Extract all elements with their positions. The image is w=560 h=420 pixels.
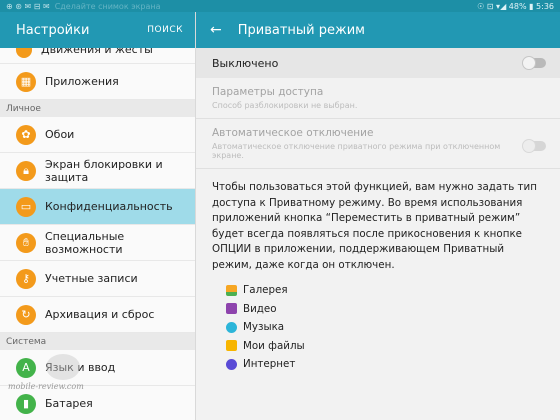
motions-icon [16, 48, 32, 58]
status-notification-icons: ⊕ ⊛ ✉ ⊟ ✉ Сделайте снимок экрана [6, 2, 161, 11]
backup-icon: ↻ [16, 304, 36, 325]
settings-title: Настройки [16, 22, 90, 38]
list-item: Интернет [226, 355, 560, 374]
settings-item-label: Приложения [45, 75, 119, 88]
language-icon: A [16, 357, 36, 378]
settings-item-accessibility[interactable]: ✋︎ Специальные возможности [0, 225, 195, 261]
app-label: Видео [243, 302, 277, 315]
gallery-icon [226, 284, 237, 296]
internet-icon [226, 358, 237, 370]
pref-title: Параметры доступа [212, 86, 324, 98]
list-item: Галерея [226, 281, 560, 300]
settings-item-language[interactable]: A Язык и ввод [0, 350, 195, 386]
supported-apps-list: Галерея Видео Музыка Мои файлы Интернет [196, 273, 560, 374]
settings-item-battery[interactable]: ▮ Батарея [0, 386, 195, 420]
pref-summary: Способ разблокировки не выбран. [212, 101, 358, 110]
settings-item-backup[interactable]: ↻ Архивация и сброс [0, 297, 195, 333]
wallpaper-icon: ✿ [16, 124, 36, 145]
toggle-knob [522, 56, 536, 70]
pref-access-type: Параметры доступа Способ разблокировки н… [196, 78, 560, 119]
settings-item-motions[interactable]: Движения и жесты [0, 48, 195, 64]
battery-icon: ▮ [16, 393, 36, 414]
page-title: Приватный режим [237, 22, 365, 38]
folder-icon [226, 340, 237, 352]
screenshot-hint: Сделайте снимок экрана [54, 1, 161, 11]
music-icon [226, 321, 237, 333]
video-icon [226, 303, 237, 315]
description-text: Чтобы пользоваться этой функцией, вам ну… [212, 181, 537, 271]
settings-item-label: Специальные возможности [45, 229, 125, 256]
pref-title: Автоматическое отключение [212, 127, 374, 139]
settings-item-label: Экран блокировки и защита [45, 157, 163, 184]
settings-item-label: Конфиденциальность [45, 200, 173, 213]
privacy-icon: ▭ [16, 196, 36, 217]
notification-icons: ⊕ ⊛ ✉ ⊟ ✉ [6, 1, 50, 11]
settings-header: Настройки ПОИСК [0, 12, 195, 48]
settings-item-apps[interactable]: ▦ Приложения [0, 64, 195, 100]
apps-icon: ▦ [16, 71, 36, 92]
auto-off-toggle [522, 138, 546, 153]
master-toggle[interactable] [522, 56, 546, 70]
list-item: Музыка [226, 318, 560, 337]
system-status: ☉ ⊡ ▾◢ 48% ▮ 5:36 [477, 1, 554, 11]
settings-item-lockscreen[interactable]: 🔒︎ Экран блокировки и защита [0, 153, 195, 189]
list-item: Мои файлы [226, 337, 560, 356]
section-header-personal: Личное [0, 100, 195, 117]
back-arrow-icon[interactable]: ← [210, 22, 222, 38]
pref-auto-off: Автоматическое отключение Автоматическое… [196, 119, 560, 169]
lock-icon: 🔒︎ [16, 160, 36, 181]
status-system-icons: ☉ ⊡ ▾◢ 48% ▮ 5:36 [477, 2, 554, 11]
settings-item-label: Обои [45, 128, 75, 141]
settings-item-label: Язык и ввод [45, 361, 116, 374]
private-mode-pane: ← Приватный режим Выключено Параметры до… [196, 12, 560, 420]
pref-summary: Автоматическое отключение приватного реж… [212, 142, 501, 160]
master-switch-label: Выключено [212, 56, 279, 70]
settings-item-label: Учетные записи [45, 272, 138, 285]
settings-item-accounts[interactable]: ⚷ Учетные записи [0, 261, 195, 297]
app-label: Мои файлы [243, 339, 305, 352]
settings-list-pane: Настройки ПОИСК Движения и жесты ▦ Прило… [0, 12, 196, 420]
app-label: Интернет [243, 358, 296, 371]
section-header-system: Система [0, 333, 195, 350]
private-mode-header: ← Приватный режим [196, 12, 560, 48]
master-switch-row[interactable]: Выключено [196, 48, 560, 78]
settings-item-label: Движения и жесты [41, 48, 153, 56]
accounts-icon: ⚷ [16, 268, 36, 289]
settings-item-wallpaper[interactable]: ✿ Обои [0, 117, 195, 153]
settings-item-label: Батарея [45, 397, 93, 410]
settings-item-privacy[interactable]: ▭ Конфиденциальность [0, 189, 195, 225]
app-label: Музыка [243, 321, 285, 334]
status-bar: ⊕ ⊛ ✉ ⊟ ✉ Сделайте снимок экрана ☉ ⊡ ▾◢ … [0, 0, 560, 12]
accessibility-icon: ✋︎ [16, 232, 36, 253]
list-item: Видео [226, 300, 560, 319]
settings-item-label: Архивация и сброс [45, 308, 155, 321]
app-label: Галерея [243, 284, 288, 297]
search-button[interactable]: ПОИСК [147, 25, 183, 35]
toggle-knob [522, 138, 536, 153]
